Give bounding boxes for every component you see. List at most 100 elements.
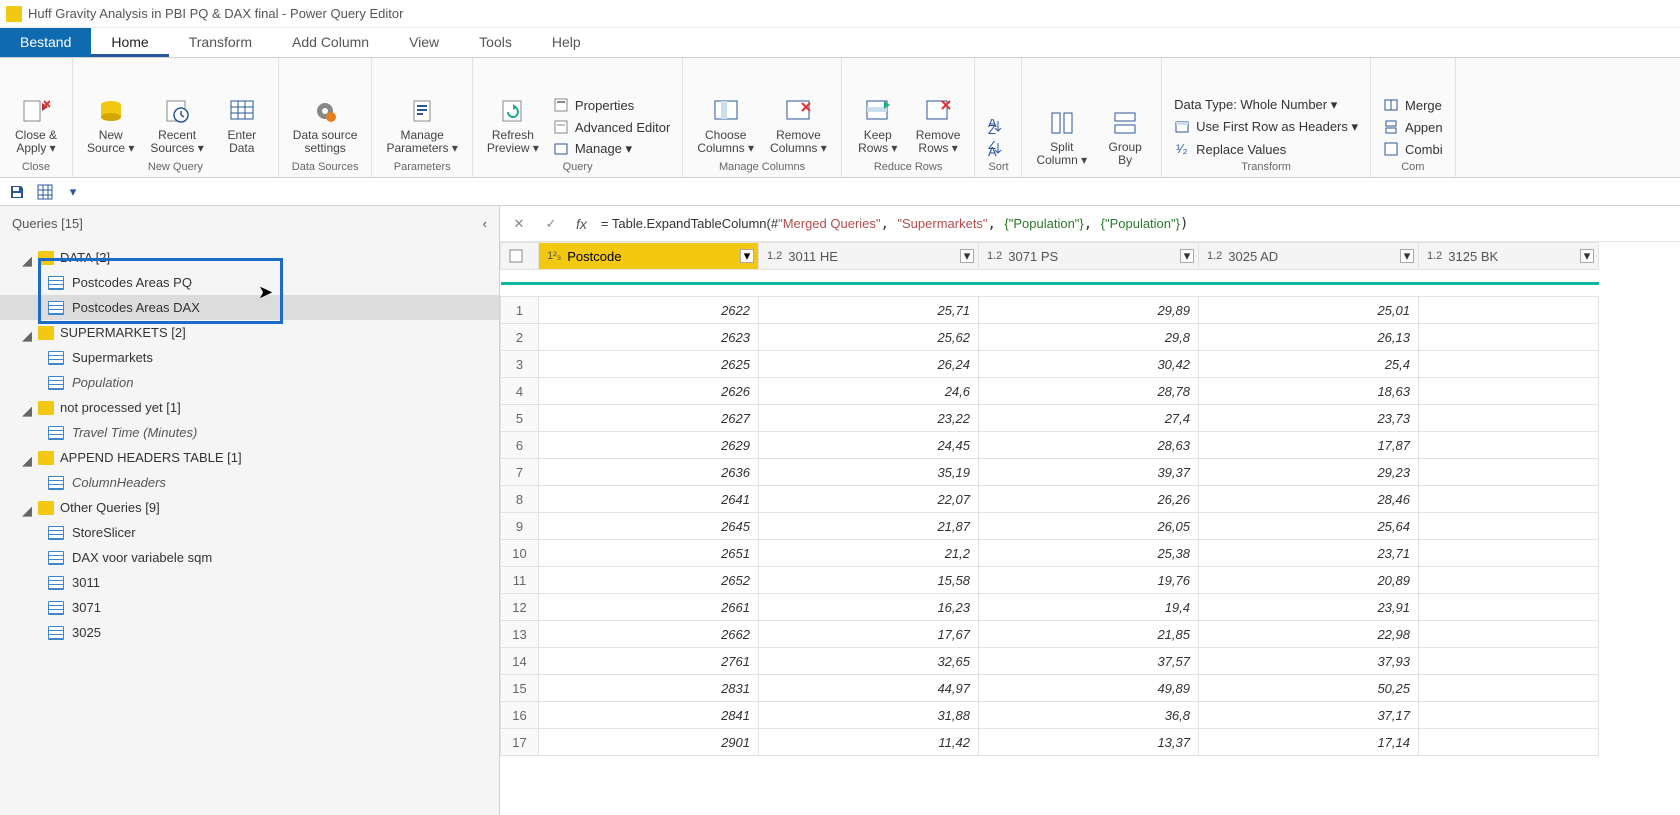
append-queries-button[interactable]: Appen (1379, 117, 1447, 137)
cell[interactable]: 2623 (539, 324, 759, 351)
table-row[interactable]: 1262225,7129,8925,01 (501, 297, 1599, 324)
sort-asc-button[interactable]: AZ (983, 117, 1013, 137)
cell[interactable]: 26,05 (979, 513, 1199, 540)
formula-text[interactable]: = Table.ExpandTableColumn(#"Merged Queri… (601, 216, 1189, 232)
merge-queries-button[interactable]: Merge (1379, 95, 1447, 115)
cell[interactable]: 2831 (539, 675, 759, 702)
cell[interactable]: 29,8 (979, 324, 1199, 351)
filter-dropdown-icon[interactable]: ▾ (1580, 249, 1594, 263)
folder-data-2-[interactable]: ◢DATA [2] (0, 245, 499, 270)
cell[interactable]: 2841 (539, 702, 759, 729)
cancel-formula-icon[interactable]: ✕ (508, 213, 530, 235)
fx-icon[interactable]: fx (572, 216, 591, 232)
cell[interactable]: 24,45 (759, 432, 979, 459)
save-icon[interactable] (8, 183, 26, 201)
query-item[interactable]: 3025 (0, 620, 499, 645)
cell[interactable]: 23,22 (759, 405, 979, 432)
remove-rows-button[interactable]: Remove Rows ▾ (910, 73, 967, 159)
cell[interactable]: 28,63 (979, 432, 1199, 459)
cell[interactable] (1419, 324, 1599, 351)
table-row[interactable]: 9264521,8726,0525,64 (501, 513, 1599, 540)
cell[interactable]: 2629 (539, 432, 759, 459)
cell[interactable]: 2761 (539, 648, 759, 675)
cell[interactable]: 2636 (539, 459, 759, 486)
group-by-button[interactable]: Group By (1097, 85, 1153, 171)
query-item[interactable]: Postcodes Areas PQ (0, 270, 499, 295)
table-row[interactable]: 11265215,5819,7620,89 (501, 567, 1599, 594)
tab-transform[interactable]: Transform (169, 28, 272, 57)
cell[interactable] (1419, 702, 1599, 729)
column-header[interactable]: 1²₃Postcode▾ (539, 243, 759, 270)
cell[interactable]: 11,42 (759, 729, 979, 756)
tab-view[interactable]: View (389, 28, 459, 57)
first-row-headers-button[interactable]: Use First Row as Headers ▾ (1170, 117, 1362, 137)
cell[interactable]: 36,8 (979, 702, 1199, 729)
tab-help[interactable]: Help (532, 28, 601, 57)
cell[interactable] (1419, 567, 1599, 594)
cell[interactable]: 37,93 (1199, 648, 1419, 675)
cell[interactable]: 23,91 (1199, 594, 1419, 621)
query-item[interactable]: 3071 (0, 595, 499, 620)
folder-other-queries-9-[interactable]: ◢Other Queries [9] (0, 495, 499, 520)
filter-dropdown-icon[interactable]: ▾ (740, 249, 754, 263)
cell[interactable]: 17,67 (759, 621, 979, 648)
query-item[interactable]: Population (0, 370, 499, 395)
keep-rows-button[interactable]: Keep Rows ▾ (850, 73, 906, 159)
filter-dropdown-icon[interactable]: ▾ (960, 249, 974, 263)
cell[interactable]: 44,97 (759, 675, 979, 702)
cell[interactable]: 37,57 (979, 648, 1199, 675)
tab-tools[interactable]: Tools (459, 28, 532, 57)
choose-columns-button[interactable]: Choose Columns ▾ (691, 73, 760, 159)
cell[interactable] (1419, 432, 1599, 459)
enter-data-button[interactable]: Enter Data (214, 73, 270, 159)
split-column-button[interactable]: Split Column ▾ (1030, 85, 1093, 171)
manage-parameters-button[interactable]: Manage Parameters ▾ (380, 73, 463, 159)
cell[interactable] (1419, 594, 1599, 621)
advanced-editor-button[interactable]: Advanced Editor (549, 117, 674, 137)
cell[interactable]: 25,71 (759, 297, 979, 324)
table-row[interactable]: 7263635,1939,3729,23 (501, 459, 1599, 486)
cell[interactable]: 20,89 (1199, 567, 1419, 594)
table-row[interactable]: 15283144,9749,8950,25 (501, 675, 1599, 702)
column-header[interactable]: 1.23025 AD▾ (1199, 243, 1419, 270)
cell[interactable]: 18,63 (1199, 378, 1419, 405)
cell[interactable]: 25,4 (1199, 351, 1419, 378)
column-header[interactable]: 1.23011 HE▾ (759, 243, 979, 270)
cell[interactable]: 22,98 (1199, 621, 1419, 648)
folder-not-processed-yet-1-[interactable]: ◢not processed yet [1] (0, 395, 499, 420)
query-item[interactable]: StoreSlicer (0, 520, 499, 545)
table-row[interactable]: 13266217,6721,8522,98 (501, 621, 1599, 648)
filter-dropdown-icon[interactable]: ▾ (1180, 249, 1194, 263)
cell[interactable] (1419, 540, 1599, 567)
collapse-sidebar-icon[interactable]: ‹ (483, 216, 487, 231)
cell[interactable]: 28,78 (979, 378, 1199, 405)
cell[interactable]: 25,38 (979, 540, 1199, 567)
cell[interactable]: 2645 (539, 513, 759, 540)
cell[interactable]: 26,24 (759, 351, 979, 378)
cell[interactable]: 25,01 (1199, 297, 1419, 324)
cell[interactable]: 23,71 (1199, 540, 1419, 567)
cell[interactable] (1419, 297, 1599, 324)
cell[interactable] (1419, 621, 1599, 648)
cell[interactable]: 15,58 (759, 567, 979, 594)
cell[interactable]: 2622 (539, 297, 759, 324)
column-header[interactable]: 1.23071 PS▾ (979, 243, 1199, 270)
cell[interactable] (1419, 459, 1599, 486)
cell[interactable]: 2626 (539, 378, 759, 405)
cell[interactable]: 50,25 (1199, 675, 1419, 702)
cell[interactable]: 21,87 (759, 513, 979, 540)
cell[interactable]: 19,4 (979, 594, 1199, 621)
cell[interactable]: 49,89 (979, 675, 1199, 702)
cell[interactable]: 2661 (539, 594, 759, 621)
cell[interactable]: 2625 (539, 351, 759, 378)
combine-files-button[interactable]: Combi (1379, 139, 1447, 159)
cell[interactable]: 29,23 (1199, 459, 1419, 486)
table-row[interactable]: 12266116,2319,423,91 (501, 594, 1599, 621)
cell[interactable] (1419, 351, 1599, 378)
table-row[interactable]: 5262723,2227,423,73 (501, 405, 1599, 432)
cell[interactable]: 19,76 (979, 567, 1199, 594)
cell[interactable] (1419, 648, 1599, 675)
file-tab[interactable]: Bestand (0, 28, 91, 57)
recent-sources-button[interactable]: Recent Sources ▾ (144, 73, 209, 159)
cell[interactable]: 39,37 (979, 459, 1199, 486)
